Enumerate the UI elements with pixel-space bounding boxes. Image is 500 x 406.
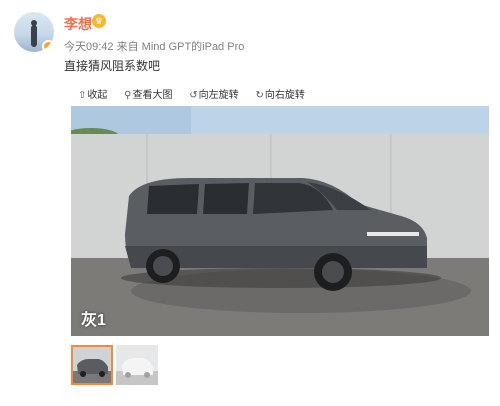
author-name[interactable]: 李想 [64,14,92,34]
rotate-left-label: 向左旋转 [198,90,239,101]
thumbnail-2[interactable] [116,345,158,385]
image-caption: 灰1 [81,312,106,329]
rotate-left-icon: ↺ [189,90,198,101]
post-image[interactable]: 灰1 [71,106,489,336]
rotate-right-icon: ↻ [255,90,264,101]
post-meta: 今天09:42 来自 Mind GPT的iPad Pro [64,38,244,54]
collapse-icon: ⇧ [78,90,87,101]
avatar-figure [31,25,37,47]
post-source: 来自 Mind GPT的iPad Pro [116,41,245,53]
avatar[interactable] [14,12,54,52]
thumbnail-1-image [73,347,111,383]
view-large-label: 查看大图 [132,90,173,101]
thumbnail-2-image [116,345,158,385]
verified-badge-icon [42,40,54,52]
rotate-left-button[interactable]: ↺向左旋转 [189,86,238,101]
view-large-button[interactable]: ⚲查看大图 [124,86,172,101]
rotate-right-label: 向右旋转 [264,90,305,101]
collapse-button[interactable]: ⇧收起 [78,86,107,101]
collapse-label: 收起 [87,90,108,101]
post-text: 直接猜风阻系数吧 [64,59,161,73]
thumbnail-1[interactable] [71,345,113,385]
rotate-right-button[interactable]: ↻向右旋转 [255,86,304,101]
post-time[interactable]: 今天09:42 [64,41,114,53]
vip-crown-icon: ♛ [92,14,106,28]
zoom-icon: ⚲ [124,90,132,101]
car-photo [71,106,489,336]
image-toolbar: ⇧收起 ⚲查看大图 ↺向左旋转 ↻向右旋转 [78,86,319,101]
